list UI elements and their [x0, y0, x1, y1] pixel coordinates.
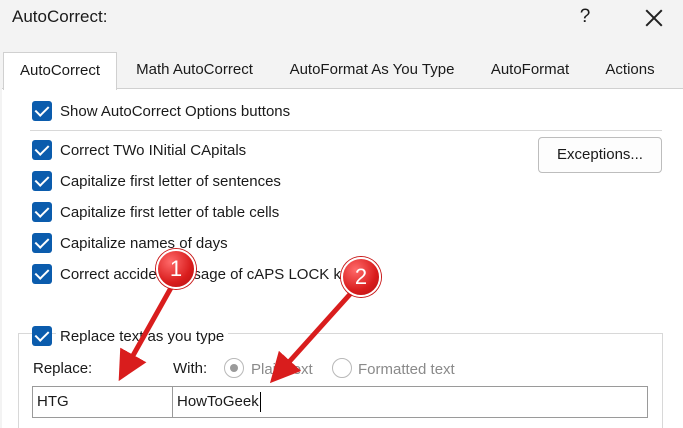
caps-lock-checkbox[interactable] [32, 264, 52, 284]
formatted-text-label: Formatted text [358, 361, 455, 378]
with-input[interactable]: HowToGeek [172, 386, 648, 418]
annotation-marker-1: 1 [156, 249, 196, 289]
show-autocorrect-buttons-checkbox[interactable] [32, 101, 52, 121]
capitalize-days-checkbox[interactable] [32, 233, 52, 253]
replace-input-value: HTG [37, 393, 69, 410]
capitalize-table-cells-label: Capitalize first letter of table cells [60, 204, 280, 221]
capitalize-table-cells-checkbox[interactable] [32, 202, 52, 222]
text-cursor [259, 392, 261, 413]
divider [30, 130, 662, 131]
formatted-text-radio[interactable] [332, 358, 352, 378]
caps-lock-label: Correct accidental usage of cAPS LOCK ke… [60, 266, 357, 283]
annotation-marker-2: 2 [341, 257, 381, 297]
replace-text-label: Replace text as you type [56, 328, 229, 345]
plain-text-radio[interactable] [224, 358, 244, 378]
with-label: With: [173, 360, 208, 377]
tab-autoformat-as-you-type[interactable]: AutoFormat As You Type [276, 52, 468, 88]
capitalize-days-label: Capitalize names of days [60, 235, 228, 252]
with-input-value: HowToGeek [177, 393, 259, 410]
plain-text-label: Plain text [251, 361, 313, 378]
tab-autocorrect[interactable]: AutoCorrect [3, 52, 117, 90]
capitalize-sentences-label: Capitalize first letter of sentences [60, 173, 281, 190]
capitalize-sentences-checkbox[interactable] [32, 171, 52, 191]
show-autocorrect-buttons-label: Show AutoCorrect Options buttons [60, 103, 291, 120]
correct-two-initials-label: Correct TWo INitial CApitals [60, 142, 247, 159]
help-icon[interactable]: ? [573, 3, 597, 31]
tab-autoformat[interactable]: AutoFormat [478, 52, 582, 88]
close-icon[interactable] [640, 4, 668, 32]
dialog-title: AutoCorrect: [12, 7, 108, 26]
tab-actions[interactable]: Actions [590, 52, 670, 88]
replace-text-checkbox[interactable] [32, 326, 52, 346]
replace-input[interactable]: HTG [32, 386, 173, 418]
title-bar: AutoCorrect: ? [0, 0, 683, 36]
correct-two-initials-checkbox[interactable] [32, 140, 52, 160]
exceptions-button[interactable]: Exceptions... [538, 137, 662, 173]
tab-math-autocorrect[interactable]: Math AutoCorrect [122, 52, 267, 88]
replace-label: Replace: [33, 360, 93, 377]
